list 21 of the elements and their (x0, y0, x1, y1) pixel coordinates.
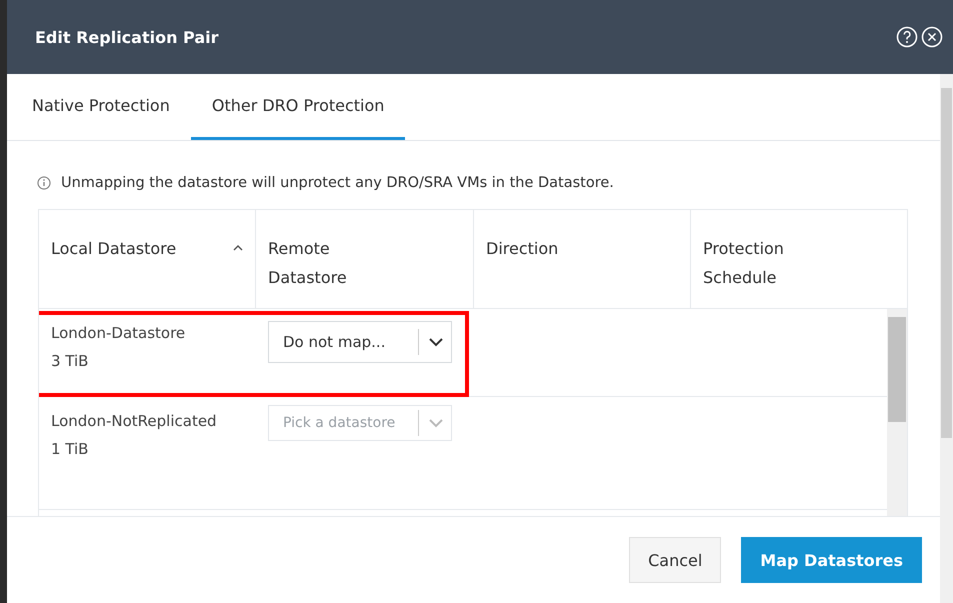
window-title: Edit Replication Pair (35, 28, 220, 46)
column-header[interactable]: Remote Datastore (256, 210, 474, 308)
close-icon[interactable] (921, 26, 943, 48)
scrollbar[interactable] (887, 309, 907, 516)
chevron-down-icon (429, 338, 443, 346)
column-header[interactable]: Local Datastore (39, 210, 256, 308)
cancel-button[interactable]: Cancel (629, 537, 722, 583)
remote-datastore-dropdown[interactable]: Do not map... (268, 321, 452, 363)
info-icon (37, 176, 51, 190)
column-header[interactable]: Protection Schedule (691, 210, 907, 308)
datastore-size: 1 TiB (51, 439, 88, 460)
chevron-down-icon (429, 418, 443, 428)
datastore-name: London-NotReplicated (51, 411, 217, 432)
scrollbar[interactable] (940, 74, 953, 603)
tab[interactable]: Native Protection (11, 74, 191, 140)
column-header[interactable]: Direction (474, 210, 691, 308)
tab[interactable]: Other DRO Protection (190, 74, 406, 140)
help-icon[interactable] (896, 26, 918, 48)
notice-text: Unmapping the datastore will unprotect any DRO/SRA VMs in the Datastore. (61, 175, 614, 191)
datastore-name: London-Datastore (51, 323, 186, 344)
datastore-size: 3 TiB (51, 351, 88, 372)
